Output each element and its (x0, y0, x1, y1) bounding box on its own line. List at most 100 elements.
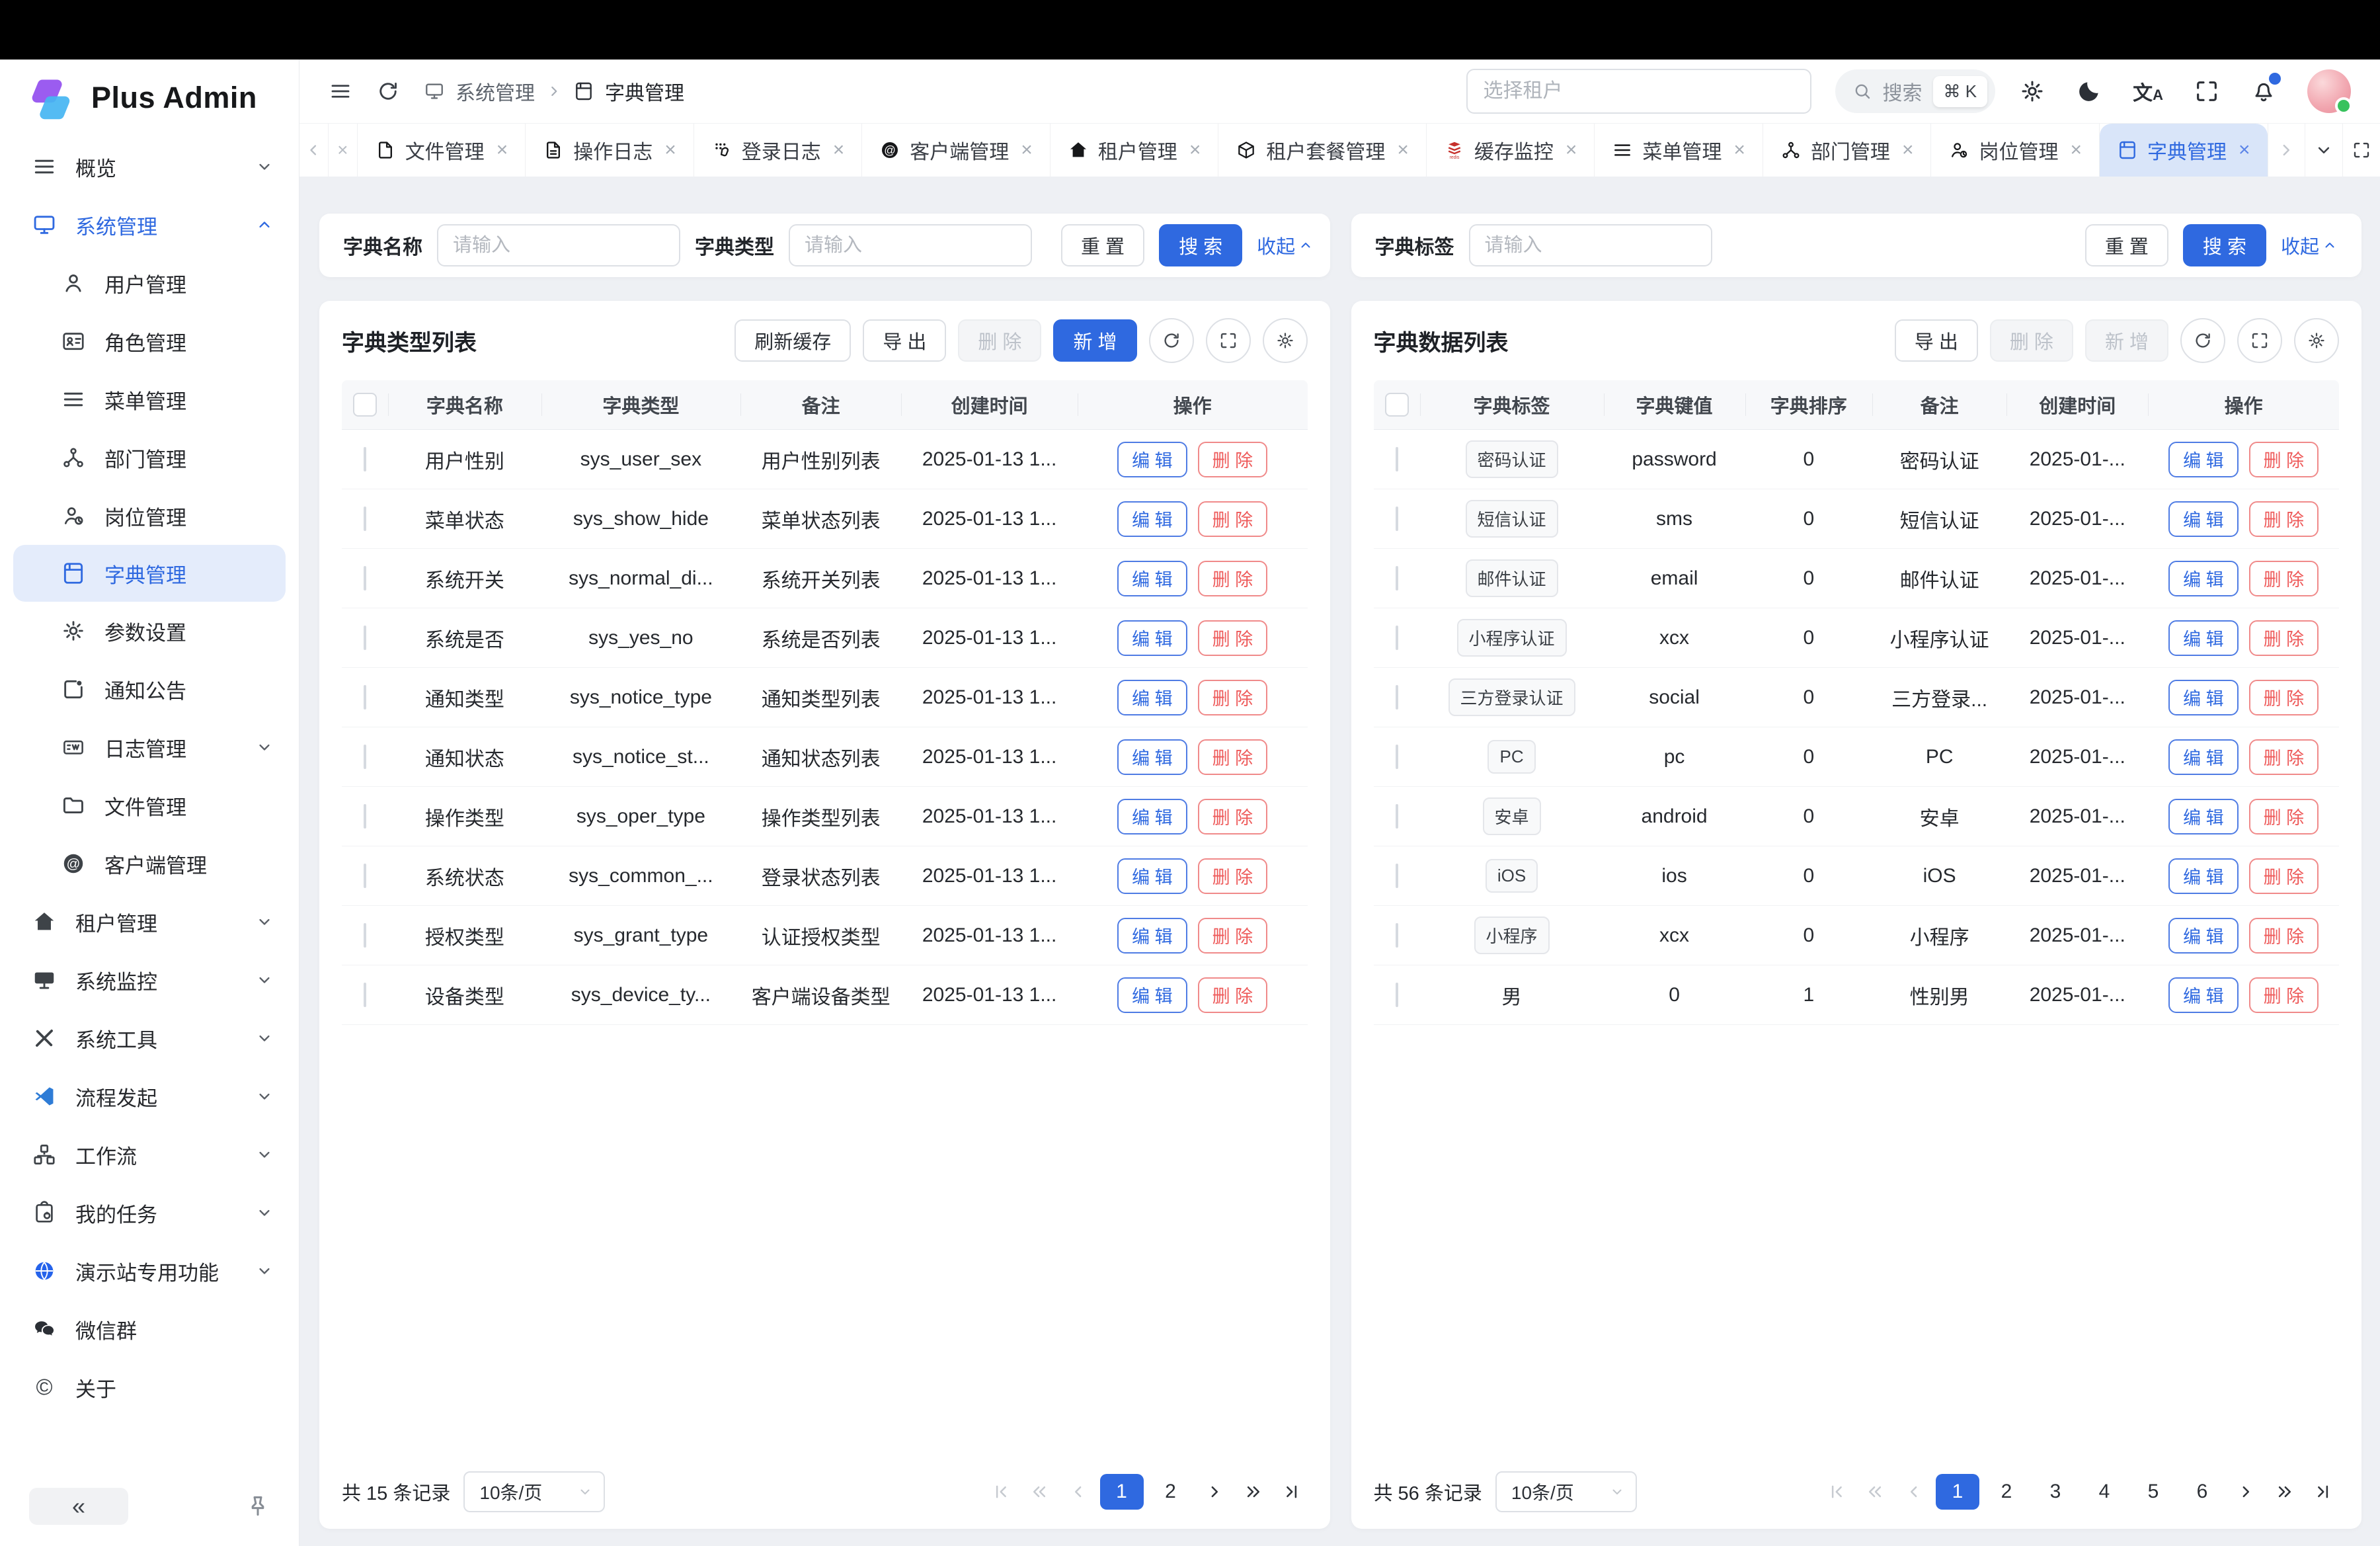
close-icon[interactable]: × (1733, 139, 1745, 161)
tab-oper-log[interactable]: 操作日志× (526, 124, 694, 177)
edit-button[interactable]: 编 辑 (1117, 620, 1187, 656)
delete-button[interactable]: 删 除 (2249, 739, 2319, 775)
next-page-button[interactable] (2229, 1475, 2262, 1508)
sidebar-item-tenant-mgmt[interactable]: 租户管理 (0, 893, 299, 951)
pin-icon[interactable] (245, 1493, 271, 1520)
page-number[interactable]: 6 (2180, 1474, 2224, 1510)
global-search[interactable]: 搜索 ⌘ K (1835, 69, 1996, 113)
hamburger-icon[interactable] (329, 79, 352, 103)
select-all-checkbox[interactable] (1385, 393, 1409, 417)
collapse-filter-link[interactable]: 收起 (2281, 231, 2338, 259)
tabs-dropdown-button[interactable] (2305, 124, 2342, 177)
row-checkbox[interactable] (364, 804, 366, 829)
page-size-select[interactable]: 10条/页 (1495, 1471, 1637, 1512)
delete-button[interactable]: 删 除 (2249, 858, 2319, 894)
prev-page-button[interactable] (1062, 1475, 1095, 1508)
settings-gear-icon[interactable] (2019, 78, 2045, 104)
sidebar-collapse-button[interactable]: « (29, 1488, 128, 1525)
page-number[interactable]: 2 (1985, 1474, 2028, 1510)
row-checkbox[interactable] (364, 626, 366, 650)
jump-forward-button[interactable] (2268, 1475, 2301, 1508)
row-checkbox[interactable] (1396, 447, 1398, 471)
table-refresh-button[interactable] (1149, 318, 1194, 363)
row-checkbox[interactable] (364, 566, 366, 590)
row-checkbox[interactable] (1396, 983, 1398, 1007)
sidebar-item-dict-mgmt-active[interactable]: 字典管理 (13, 545, 286, 602)
sidebar-item-file-mgmt[interactable]: 文件管理 (0, 776, 299, 834)
content-fullscreen-button[interactable] (2342, 124, 2380, 177)
tabs-scroll-left-button[interactable] (299, 124, 329, 177)
add-button[interactable]: 新 增 (1053, 319, 1136, 362)
sidebar-item-client-mgmt[interactable]: 客户端管理 (0, 834, 299, 893)
last-page-button[interactable] (2306, 1475, 2339, 1508)
tenant-select-input[interactable] (1466, 69, 1811, 114)
page-number-active[interactable]: 1 (1100, 1474, 1144, 1510)
tab-post-mgmt[interactable]: 岗位管理× (1931, 124, 2100, 177)
row-checkbox[interactable] (364, 507, 366, 531)
edit-button[interactable]: 编 辑 (1117, 858, 1187, 894)
next-page-button[interactable] (1198, 1475, 1231, 1508)
sidebar-item-system-tools[interactable]: 系统工具 (0, 1009, 299, 1067)
close-icon[interactable]: × (1397, 139, 1409, 161)
row-checkbox[interactable] (364, 447, 366, 471)
delete-button[interactable]: 删 除 (2249, 977, 2319, 1013)
edit-button[interactable]: 编 辑 (2168, 739, 2239, 775)
sidebar-item-post-mgmt[interactable]: 岗位管理 (0, 487, 299, 545)
add-button[interactable]: 新 增 (2085, 319, 2168, 362)
prev-page-button[interactable] (1897, 1475, 1930, 1508)
edit-button[interactable]: 编 辑 (2168, 977, 2239, 1013)
delete-button[interactable]: 删 除 (2249, 620, 2319, 656)
tab-tenant-mgmt[interactable]: 租户管理× (1051, 124, 1219, 177)
page-number[interactable]: 3 (2034, 1474, 2077, 1510)
edit-button[interactable]: 编 辑 (1117, 680, 1187, 715)
row-checkbox[interactable] (364, 983, 366, 1007)
edit-button[interactable]: 编 辑 (2168, 918, 2239, 954)
delete-button[interactable]: 删 除 (1198, 680, 1268, 715)
edit-button[interactable]: 编 辑 (1117, 977, 1187, 1013)
table-settings-button[interactable] (1263, 318, 1308, 363)
row-checkbox[interactable] (1396, 566, 1398, 590)
edit-button[interactable]: 编 辑 (1117, 442, 1187, 477)
notification-bell-icon[interactable] (2250, 78, 2277, 104)
page-number-active[interactable]: 1 (1936, 1474, 1979, 1510)
close-icon[interactable]: × (1021, 139, 1033, 161)
export-button[interactable]: 导 出 (1895, 319, 1978, 362)
tab-file-mgmt[interactable]: 文件管理× (358, 124, 526, 177)
delete-button[interactable]: 删 除 (1198, 501, 1268, 537)
page-number[interactable]: 4 (2082, 1474, 2126, 1510)
delete-button[interactable]: 删 除 (1198, 799, 1268, 834)
edit-button[interactable]: 编 辑 (1117, 561, 1187, 596)
sidebar-item-overview[interactable]: 概览 (0, 138, 299, 196)
sidebar-item-workflow[interactable]: 工作流 (0, 1125, 299, 1184)
delete-button[interactable]: 删 除 (1990, 319, 2073, 362)
delete-button[interactable]: 删 除 (958, 319, 1041, 362)
refresh-icon[interactable] (376, 79, 400, 103)
edit-button[interactable]: 编 辑 (2168, 620, 2239, 656)
breadcrumb-root[interactable]: 系统管理 (456, 77, 535, 106)
sidebar-item-param-settings[interactable]: 参数设置 (0, 602, 299, 660)
sidebar-item-system-monitor[interactable]: 系统监控 (0, 951, 299, 1009)
sidebar-item-notice[interactable]: 通知公告 (0, 660, 299, 718)
row-checkbox[interactable] (364, 685, 366, 710)
table-fullscreen-button[interactable] (2237, 318, 2282, 363)
refresh-cache-button[interactable]: 刷新缓存 (734, 319, 851, 362)
dict-type-input[interactable] (789, 224, 1032, 266)
delete-button[interactable]: 删 除 (1198, 977, 1268, 1013)
sidebar-item-my-tasks[interactable]: 我的任务 (0, 1184, 299, 1242)
sidebar-item-dept-mgmt[interactable]: 部门管理 (0, 428, 299, 487)
tab-cache-monitor[interactable]: 缓存监控× (1427, 124, 1595, 177)
row-checkbox[interactable] (364, 745, 366, 769)
delete-button[interactable]: 删 除 (1198, 442, 1268, 477)
select-all-checkbox[interactable] (353, 393, 377, 417)
tab-dict-mgmt-active[interactable]: 字典管理× (2100, 124, 2268, 177)
row-checkbox[interactable] (1396, 685, 1398, 710)
close-icon[interactable]: × (2070, 139, 2082, 161)
page-number[interactable]: 2 (1149, 1474, 1193, 1510)
dict-tag-input[interactable] (1469, 224, 1712, 266)
close-icon[interactable]: × (1902, 139, 1914, 161)
language-icon[interactable]: 文A (2133, 77, 2163, 106)
delete-button[interactable]: 删 除 (1198, 561, 1268, 596)
delete-button[interactable]: 删 除 (2249, 680, 2319, 715)
first-page-button[interactable] (985, 1475, 1018, 1508)
jump-back-button[interactable] (1859, 1475, 1892, 1508)
